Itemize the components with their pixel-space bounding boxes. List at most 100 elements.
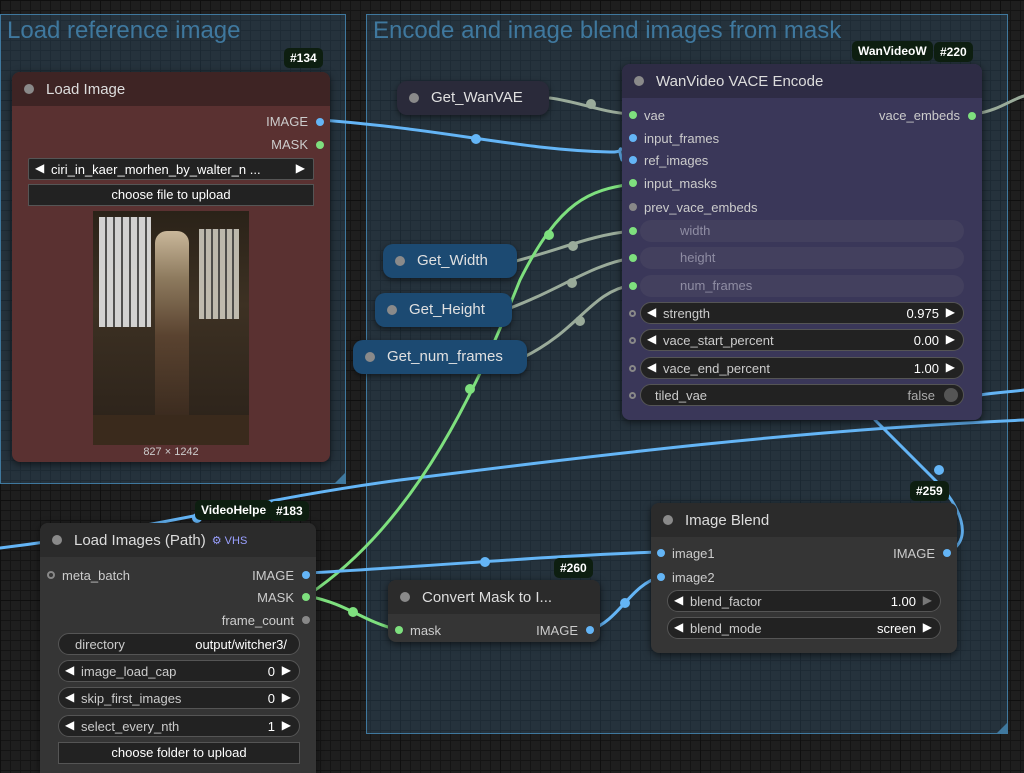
arrow-left-icon[interactable]: ◀	[674, 593, 683, 607]
window-illustration-2	[199, 229, 239, 319]
widget-slot-tiled-vae[interactable]	[629, 392, 636, 399]
vhs-badge-icon: ⚙ VHS	[211, 534, 248, 547]
arrow-right-icon[interactable]: ▶	[946, 305, 955, 319]
output-label-image: IMAGE	[893, 546, 935, 561]
upload-folder-button[interactable]: choose folder to upload	[58, 742, 300, 764]
arrow-right-icon[interactable]: ▶	[282, 718, 291, 732]
input-label-input-masks: input_masks	[644, 176, 717, 191]
node-header[interactable]: WanVideo VACE Encode	[622, 64, 982, 98]
get-height-node[interactable]: Get_Height	[375, 293, 512, 327]
arrow-left-icon[interactable]: ◀	[647, 332, 656, 346]
output-slot-vace-embeds[interactable]	[968, 112, 976, 120]
collapse-dot-icon[interactable]	[395, 256, 405, 266]
vace-end-percent-widget[interactable]: ◀ vace_end_percent 1.00 ▶	[640, 357, 964, 379]
input-slot-num-frames[interactable]	[629, 282, 637, 290]
arrow-right-icon[interactable]: ▶	[923, 593, 932, 607]
output-label-mask: MASK	[257, 590, 294, 605]
file-value: ciri_in_kaer_morhen_by_walter_n ...	[51, 162, 261, 177]
wire-right-edge	[978, 388, 1024, 397]
collapse-dot-icon[interactable]	[24, 84, 34, 94]
node-id-badge-134: #134	[284, 48, 323, 68]
input-slot-image1[interactable]	[657, 549, 665, 557]
blend-factor-widget[interactable]: ◀ blend_factor 1.00 ▶	[667, 590, 941, 612]
collapse-dot-icon[interactable]	[409, 93, 419, 103]
get-width-node[interactable]: Get_Width	[383, 244, 517, 278]
output-slot-image[interactable]	[302, 571, 310, 579]
image-preview	[93, 211, 249, 445]
upload-file-button[interactable]: choose file to upload	[28, 184, 314, 206]
get-num-frames-node[interactable]: Get_num_frames	[353, 340, 527, 374]
input-slot-input-frames[interactable]	[629, 134, 637, 142]
image-load-cap-widget[interactable]: ◀ image_load_cap 0 ▶	[58, 660, 300, 682]
input-slot-width[interactable]	[629, 227, 637, 235]
arrow-right-icon[interactable]: ▶	[946, 360, 955, 374]
directory-widget[interactable]: directory output/witcher3/	[58, 633, 300, 655]
arrow-left-icon[interactable]: ◀	[674, 620, 683, 634]
collapse-dot-icon[interactable]	[663, 515, 673, 525]
node-header[interactable]: Load Images (Path) ⚙ VHS	[40, 523, 316, 557]
node-title: Load Images (Path)	[74, 531, 206, 549]
collapse-dot-icon[interactable]	[387, 305, 397, 315]
node-id-badge-183: #183	[270, 501, 309, 521]
window-illustration	[99, 217, 151, 327]
input-slot-meta-batch[interactable]	[47, 571, 55, 579]
converted-widget-width[interactable]: width	[640, 220, 964, 242]
output-slot-mask[interactable]	[302, 593, 310, 601]
input-label-image2: image2	[672, 570, 715, 585]
toggle-knob-icon[interactable]	[944, 388, 958, 402]
converted-widget-height[interactable]: height	[640, 247, 964, 269]
blend-mode-combo[interactable]: ◀ blend_mode screen ▶	[667, 617, 941, 639]
arrow-left-icon[interactable]: ◀	[647, 305, 656, 319]
arrow-left-icon[interactable]: ◀	[35, 161, 44, 175]
converted-widget-num-frames[interactable]: num_frames	[640, 275, 964, 297]
arrow-right-icon[interactable]: ▶	[282, 663, 291, 677]
node-header[interactable]: Convert Mask to I...	[388, 580, 600, 614]
input-slot-image2[interactable]	[657, 573, 665, 581]
select-every-nth-widget[interactable]: ◀ select_every_nth 1 ▶	[58, 715, 300, 737]
output-slot-image[interactable]	[943, 549, 951, 557]
arrow-left-icon[interactable]: ◀	[65, 718, 74, 732]
load-images-path-node[interactable]: Load Images (Path) ⚙ VHS meta_batch IMAG…	[40, 523, 316, 773]
input-label-vae: vae	[644, 108, 665, 123]
tiled-vae-toggle[interactable]: tiled_vae false	[640, 384, 964, 406]
arrow-right-icon[interactable]: ▶	[296, 161, 305, 175]
widget-slot-vace-end[interactable]	[629, 365, 636, 372]
output-slot-mask[interactable]	[316, 141, 324, 149]
output-slot-image[interactable]	[586, 626, 594, 634]
arrow-left-icon[interactable]: ◀	[65, 690, 74, 704]
input-slot-height[interactable]	[629, 254, 637, 262]
input-slot-mask[interactable]	[395, 626, 403, 634]
vace-start-percent-widget[interactable]: ◀ vace_start_percent 0.00 ▶	[640, 329, 964, 351]
collapse-dot-icon[interactable]	[365, 352, 375, 362]
collapse-dot-icon[interactable]	[52, 535, 62, 545]
get-wanvae-node[interactable]: Get_WanVAE	[397, 81, 549, 115]
convert-mask-node[interactable]: Convert Mask to I... mask IMAGE	[388, 580, 600, 642]
output-slot-image[interactable]	[316, 118, 324, 126]
vace-encode-node[interactable]: WanVideo VACE Encode vae input_frames re…	[622, 64, 982, 420]
arrow-right-icon[interactable]: ▶	[282, 690, 291, 704]
load-image-node[interactable]: Load Image IMAGE MASK ◀ ciri_in_kaer_mor…	[12, 72, 330, 462]
figure-illustration	[155, 231, 189, 421]
arrow-right-icon[interactable]: ▶	[946, 332, 955, 346]
node-header[interactable]: Load Image	[12, 72, 330, 106]
input-label-image1: image1	[672, 546, 715, 561]
skip-first-images-widget[interactable]: ◀ skip_first_images 0 ▶	[58, 687, 300, 709]
file-select-combo[interactable]: ◀ ciri_in_kaer_morhen_by_walter_n ... ▶	[28, 158, 314, 180]
strength-widget[interactable]: ◀ strength 0.975 ▶	[640, 302, 964, 324]
input-label-mask: mask	[410, 623, 442, 638]
arrow-left-icon[interactable]: ◀	[65, 663, 74, 677]
collapse-dot-icon[interactable]	[634, 76, 644, 86]
collapse-dot-icon[interactable]	[400, 592, 410, 602]
widget-slot-vace-start[interactable]	[629, 337, 636, 344]
arrow-right-icon[interactable]: ▶	[923, 620, 932, 634]
output-slot-frame-count[interactable]	[302, 616, 310, 624]
input-slot-vae[interactable]	[629, 111, 637, 119]
image-blend-node[interactable]: Image Blend image1 image2 IMAGE ◀ blend_…	[651, 503, 957, 653]
input-slot-input-masks[interactable]	[629, 179, 637, 187]
output-label-image: IMAGE	[266, 114, 308, 129]
node-header[interactable]: Image Blend	[651, 503, 957, 537]
arrow-left-icon[interactable]: ◀	[647, 360, 656, 374]
input-slot-prev-vace-embeds[interactable]	[629, 203, 637, 211]
widget-slot-strength[interactable]	[629, 310, 636, 317]
input-slot-ref-images[interactable]	[629, 156, 637, 164]
